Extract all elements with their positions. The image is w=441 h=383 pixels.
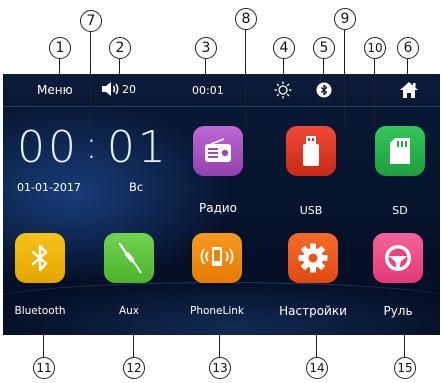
- callout-14: 14: [306, 357, 328, 379]
- clock-hours: 00: [17, 122, 79, 173]
- phonelink-tile[interactable]: [192, 233, 242, 283]
- callout-15-leader: [404, 335, 406, 358]
- volume-control[interactable]: 20: [101, 81, 136, 97]
- callout-8: 8: [235, 8, 257, 30]
- steering-label: Руль: [383, 304, 413, 318]
- callout-14-leader: [316, 335, 318, 358]
- radio-label: Радио: [198, 201, 238, 215]
- aux-label: Aux: [118, 305, 140, 317]
- callout-7: 7: [80, 10, 102, 32]
- menu-button[interactable]: Меню: [37, 83, 73, 97]
- callout-4: 4: [273, 37, 295, 59]
- callout-6-leader: [407, 59, 409, 75]
- steering-wheel-icon: [385, 245, 411, 271]
- callout-13-leader: [219, 335, 221, 358]
- bluetooth-label: Bluetooth: [14, 305, 66, 317]
- callout-9: 9: [334, 8, 356, 30]
- clock-minutes: 01: [106, 122, 169, 173]
- phonelink-icon: [200, 247, 234, 266]
- home-icon[interactable]: [399, 81, 419, 99]
- settings-tile[interactable]: [288, 233, 338, 283]
- bluetooth-tile[interactable]: [15, 233, 65, 283]
- gear-icon: [298, 243, 328, 273]
- callout-15: 15: [394, 357, 416, 379]
- phonelink-label: PhoneLink: [189, 305, 245, 317]
- aux-tile[interactable]: [104, 233, 154, 283]
- home-date: 01-01-2017: [17, 181, 81, 194]
- callout-4-leader: [283, 59, 285, 75]
- callout-11-leader: [43, 335, 45, 358]
- clock-colon: :: [85, 123, 101, 167]
- callout-1-leader: [59, 59, 61, 75]
- callout-3: 3: [195, 37, 217, 59]
- callout-9-leader: [344, 30, 346, 125]
- volume-value: 20: [122, 82, 136, 96]
- aux-cable-icon: [118, 242, 142, 274]
- status-clock: 00:01: [192, 84, 224, 97]
- brightness-icon[interactable]: [274, 81, 292, 99]
- callout-12-leader: [133, 335, 135, 358]
- callout-10-leader: [374, 59, 376, 126]
- speaker-icon: [102, 82, 119, 96]
- usb-tile[interactable]: [286, 126, 336, 176]
- callout-8-leader: [245, 30, 247, 125]
- home-clock: 00:01: [17, 122, 169, 173]
- steering-tile[interactable]: [373, 233, 423, 283]
- bluetooth-icon: [31, 244, 48, 272]
- callout-13: 13: [209, 357, 231, 379]
- callout-5-leader: [323, 59, 325, 75]
- sd-label: SD: [392, 204, 408, 217]
- callout-2-leader: [119, 59, 121, 75]
- callout-3-leader: [205, 59, 207, 75]
- callout-10: 10: [364, 37, 386, 59]
- callout-5: 5: [313, 37, 335, 59]
- callout-11: 11: [33, 357, 55, 379]
- sd-card-icon: [390, 138, 410, 164]
- callout-12: 12: [123, 357, 145, 379]
- callout-2: 2: [109, 37, 131, 59]
- callout-6: 6: [397, 37, 419, 59]
- sd-tile[interactable]: [375, 126, 425, 176]
- settings-label: Настройки: [279, 304, 347, 318]
- radio-icon: [205, 138, 231, 162]
- bluetooth-status-icon: [316, 82, 332, 98]
- callout-7-leader: [90, 32, 92, 129]
- radio-tile[interactable]: [193, 126, 243, 176]
- callout-1: 1: [49, 37, 71, 59]
- usb-label: USB: [299, 204, 323, 217]
- home-weekday: Вс: [129, 180, 144, 194]
- usb-drive-icon: [303, 136, 319, 166]
